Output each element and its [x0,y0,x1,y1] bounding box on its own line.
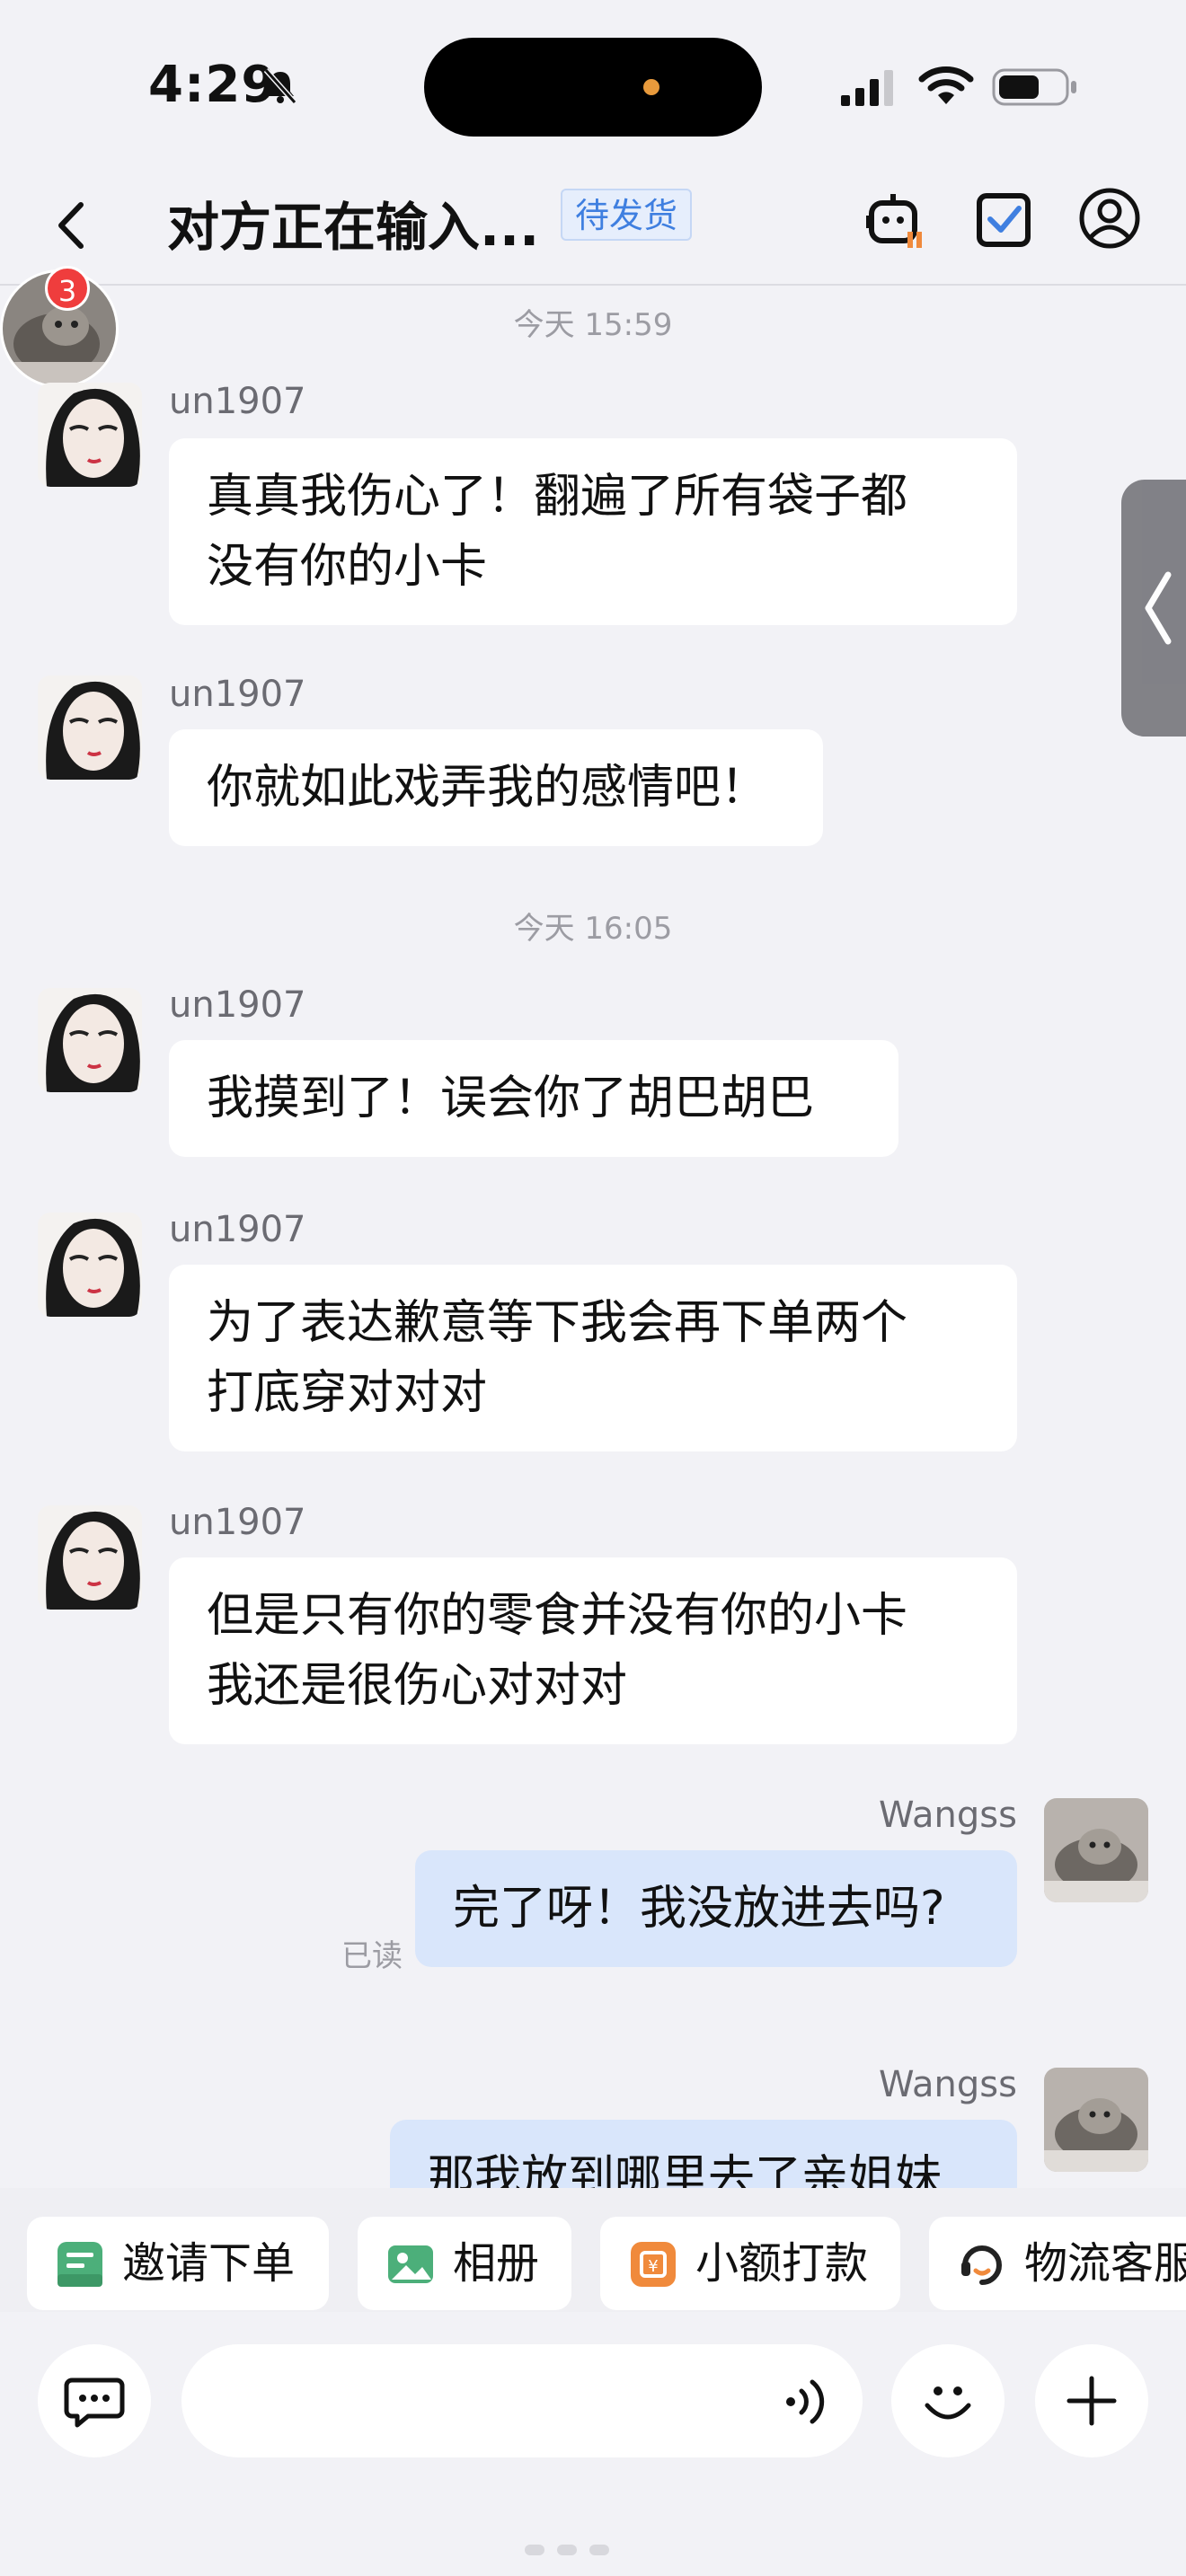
message-bubble[interactable]: 为了表达歉意等下我会再下单两个 打底穿对对对 [169,1265,1017,1451]
album-icon [388,2245,433,2283]
quick-reply-button[interactable] [38,2344,151,2457]
home-indicator [525,2542,661,2555]
sender-name: un1907 [169,1209,306,1250]
quick-action-label: 相册 [453,2238,540,2289]
more-options-button[interactable] [1035,2344,1148,2457]
invite-order-icon [58,2242,102,2287]
message-line: 完了呀！我没放进去吗? [453,1882,945,1936]
my-avatar[interactable] [1044,1798,1148,1902]
avatar[interactable] [38,675,142,780]
message-input[interactable] [181,2344,863,2457]
avatar[interactable] [38,383,142,487]
avatar[interactable] [38,988,142,1092]
recording-dot [643,79,659,95]
album-button[interactable]: 相册 [358,2217,571,2310]
chat-title: 对方正在输入... [167,197,540,258]
avatar[interactable] [38,1213,142,1317]
emoji-button[interactable] [891,2344,1005,2457]
invite-order-button[interactable]: 邀请下单 [27,2217,329,2310]
payment-icon: ¥ [631,2242,676,2287]
message-line: 没有你的小卡 [207,540,488,594]
bell-muted-icon [263,68,297,104]
svg-text:¥: ¥ [648,2257,658,2276]
chat-bubble-icon [64,2378,125,2428]
sender-name: Wangss [879,1795,1017,1836]
message-line: 真真我伤心了！翻遍了所有袋子都 [207,470,908,524]
voice-input-icon[interactable] [780,2375,834,2429]
sender-name: Wangss [879,2064,1017,2105]
robot-assistant-icon[interactable] [864,190,925,251]
quick-action-label: 小额打款 [695,2238,869,2289]
status-bar: 4:29 [0,0,1186,171]
side-drawer-tab[interactable] [1121,480,1186,737]
chevron-left-icon [1145,571,1172,645]
message-line: 我还是很伤心对对对 [207,1659,628,1713]
read-status: 已读 [341,1938,403,1974]
quick-action-label: 邀请下单 [122,2238,296,2289]
sender-name: un1907 [169,381,306,422]
logistics-service-button[interactable]: 物流客服 [929,2217,1186,2310]
message-bubble[interactable]: 你就如此戏弄我的感情吧！ [169,729,823,846]
message-bubble[interactable]: 完了呀！我没放进去吗? [415,1850,1017,1967]
message-line: 我摸到了！误会你了胡巴胡巴 [207,1072,815,1125]
status-time: 4:29 [148,56,278,114]
back-arrow-icon[interactable] [50,194,90,257]
battery-icon [992,68,1076,106]
timestamp-separator: 今天 16:05 [513,911,673,947]
message-bubble[interactable]: 我摸到了！误会你了胡巴胡巴 [169,1040,898,1157]
chat-header: 对方正在输入... 待发货 [0,171,1186,286]
avatar[interactable] [38,1505,142,1610]
order-status-badge[interactable]: 待发货 [561,189,693,241]
task-checkbox-icon[interactable] [976,189,1031,248]
logistics-service-icon [961,2245,1002,2285]
user-profile-icon[interactable] [1078,187,1141,250]
message-line: 为了表达歉意等下我会再下单两个 [207,1296,908,1350]
dynamic-island [424,38,762,137]
quick-actions-bar: 邀请下单 相册 ¥ 小额打款 物流客服 [0,2188,1186,2312]
plus-icon [1067,2376,1117,2426]
quick-action-label: 物流客服 [1024,2238,1186,2289]
sender-name: un1907 [169,1502,306,1543]
message-line: 你就如此戏弄我的感情吧！ [207,761,768,815]
my-avatar[interactable] [1044,2068,1148,2172]
sender-name: un1907 [169,674,306,715]
small-payment-button[interactable]: ¥ 小额打款 [600,2217,900,2310]
message-bubble[interactable]: 但是只有你的零食并没有你的小卡 我还是很伤心对对对 [169,1557,1017,1744]
message-line: 但是只有你的零食并没有你的小卡 [207,1589,908,1643]
message-bubble[interactable]: 真真我伤心了！翻遍了所有袋子都 没有你的小卡 [169,438,1017,625]
message-line: 打底穿对对对 [207,1366,488,1420]
message-input-bar [0,2312,1186,2576]
cellular-signal-icon [841,70,893,106]
wifi-icon [918,66,974,104]
timestamp-separator: 今天 15:59 [513,307,673,343]
smiley-icon [925,2386,971,2420]
sender-name: un1907 [169,984,306,1026]
